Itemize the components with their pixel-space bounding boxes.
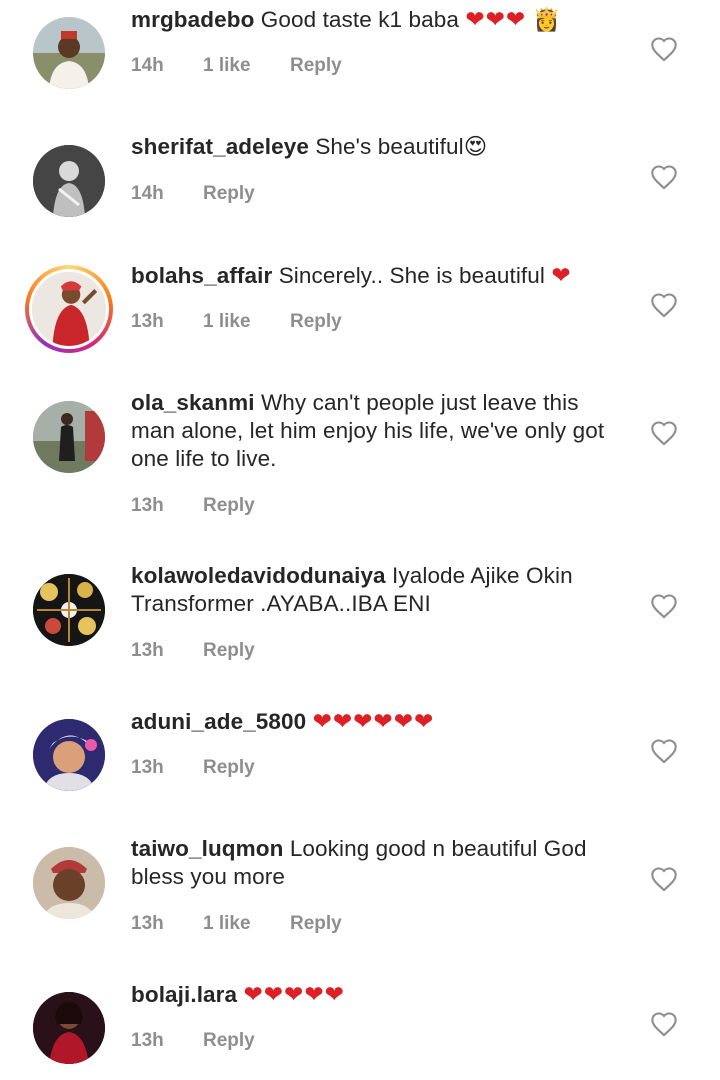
heart-emoji-icon: ❤ <box>551 262 572 288</box>
avatar-image <box>33 719 105 791</box>
like-button[interactable] <box>650 1011 678 1037</box>
like-button[interactable] <box>650 36 678 62</box>
avatar-image <box>32 272 106 346</box>
comment-username[interactable]: sherifat_adeleye <box>131 134 309 159</box>
comment-likes[interactable]: 1 like <box>203 54 290 78</box>
avatar[interactable] <box>33 401 105 473</box>
heart-outline-icon <box>651 421 677 446</box>
comment-time: 13h <box>131 1030 164 1051</box>
avatar[interactable] <box>33 992 105 1064</box>
comment-username[interactable]: bolahs_affair <box>131 263 272 288</box>
comment-username[interactable]: taiwo_luqmon <box>131 836 283 861</box>
reply-button[interactable]: Reply <box>203 756 255 780</box>
comment-time: 14h <box>131 55 164 76</box>
reply-button[interactable]: Reply <box>290 54 342 78</box>
reply-button[interactable]: Reply <box>203 182 255 206</box>
reply-button[interactable]: Reply <box>203 1029 255 1053</box>
avatar-image <box>33 145 105 217</box>
comment-likes[interactable]: 1 like <box>203 912 290 936</box>
like-button[interactable] <box>650 420 678 446</box>
like-button[interactable] <box>650 593 678 619</box>
heart-outline-icon <box>651 867 677 892</box>
like-button[interactable] <box>650 866 678 892</box>
avatar[interactable] <box>33 17 105 89</box>
comment-text: Sincerely.. She is beautiful <box>278 263 545 288</box>
comment-username[interactable]: ola_skanmi <box>131 390 255 415</box>
comment-text: She's beautiful <box>315 134 464 159</box>
avatar[interactable] <box>33 574 105 646</box>
comment-username[interactable]: kolawoledavidodunaiya <box>131 563 386 588</box>
heart-outline-icon <box>651 165 677 190</box>
reply-button[interactable]: Reply <box>203 494 255 518</box>
comment-text: Good taste k1 baba <box>260 7 459 32</box>
heart-outline-icon <box>651 293 677 318</box>
avatar-story-ring[interactable] <box>25 265 113 353</box>
avatar-image <box>33 17 105 89</box>
comments-list: mrgbadebo Good taste k1 baba ❤❤❤ 👸 14h 1 … <box>0 0 720 1080</box>
reply-button[interactable]: Reply <box>290 912 342 936</box>
avatar-image <box>33 574 105 646</box>
avatar-image <box>33 992 105 1064</box>
avatar[interactable] <box>33 145 105 217</box>
heart-emoji-icon: ❤❤❤❤❤ <box>243 981 345 1007</box>
avatar[interactable] <box>33 719 105 791</box>
comment-time: 13h <box>131 495 164 516</box>
comment-time: 13h <box>131 640 164 661</box>
heart-outline-icon <box>651 37 677 62</box>
comment-username[interactable]: bolaji.lara <box>131 982 237 1007</box>
comment-time: 13h <box>131 913 164 934</box>
comment-time: 14h <box>131 183 164 204</box>
like-button[interactable] <box>650 292 678 318</box>
like-button[interactable] <box>650 164 678 190</box>
reply-button[interactable]: Reply <box>290 310 342 334</box>
comment-time: 13h <box>131 757 164 778</box>
princess-emoji-icon: 👸 <box>532 7 561 32</box>
avatar-image <box>33 401 105 473</box>
heart-outline-icon <box>651 739 677 764</box>
like-button[interactable] <box>650 738 678 764</box>
heart-emoji-icon: ❤❤❤ <box>465 6 527 32</box>
comment-username[interactable]: aduni_ade_5800 <box>131 709 306 734</box>
heart-outline-icon <box>651 1012 677 1037</box>
comment-username[interactable]: mrgbadebo <box>131 7 254 32</box>
comment-time: 13h <box>131 311 164 332</box>
heart-outline-icon <box>651 594 677 619</box>
heart-emoji-icon: ❤❤❤❤❤❤ <box>312 708 435 734</box>
comment-likes[interactable]: 1 like <box>203 310 290 334</box>
avatar-image <box>33 847 105 919</box>
reply-button[interactable]: Reply <box>203 639 255 663</box>
avatar[interactable] <box>33 847 105 919</box>
heart-eyes-emoji-icon: 😍 <box>463 134 488 159</box>
